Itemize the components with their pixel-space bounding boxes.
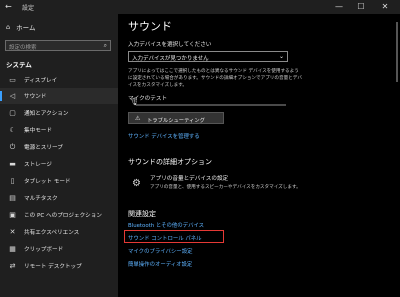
- input-device-label: 入力デバイスを選択してください: [128, 42, 212, 48]
- app-volume-title[interactable]: アプリの音量とデバイスの設定: [150, 174, 228, 182]
- sidebar-item-label: 通知とアクション: [24, 111, 69, 117]
- related-settings-heading: 関連設定: [128, 210, 156, 218]
- page-title: サウンド: [128, 20, 172, 33]
- home-icon: ⌂: [6, 23, 11, 31]
- focus-icon: ☾: [9, 126, 16, 134]
- input-device-dropdown[interactable]: 入力デバイスが見つかりません ⌄: [128, 51, 288, 62]
- back-arrow-icon[interactable]: ←: [5, 2, 12, 11]
- sound-icon: ◁: [9, 92, 16, 100]
- bluetooth-link[interactable]: Bluetooth とその他のデバイス: [128, 221, 204, 229]
- multitask-icon: ▤: [9, 194, 16, 202]
- input-device-value: 入力デバイスが見つかりません: [132, 56, 209, 62]
- notification-icon: ▢: [9, 109, 16, 117]
- search-icon: ⌕: [103, 42, 107, 49]
- window-title: 設定: [22, 5, 35, 12]
- main-content: サウンド 入力デバイスを選択してください 入力デバイスが見つかりません ⌄ アプ…: [118, 14, 400, 297]
- scrollbar[interactable]: [396, 22, 398, 82]
- search-placeholder: 設定の検索: [9, 44, 37, 51]
- sidebar-item-label: 共有エクスペリエンス: [24, 230, 80, 236]
- remote-icon: ⇄: [9, 262, 16, 270]
- sidebar-item-power[interactable]: ⏻ 電源とスリープ: [0, 139, 118, 155]
- sidebar-item-projection[interactable]: ▣ この PC へのプロジェクション: [0, 207, 118, 223]
- app-volume-description: アプリの音量と、使用するスピーカーやデバイスをカスタマイズします。: [150, 185, 301, 190]
- input-device-description: アプリによってはここで選択したものとは異なるサウンド デバイスを使用するように設…: [128, 69, 302, 88]
- sound-control-panel-link[interactable]: サウンド コントロール パネル: [128, 234, 202, 242]
- sidebar-item-storage[interactable]: ▬ ストレージ: [0, 156, 118, 172]
- sidebar-item-focus[interactable]: ☾ 集中モード: [0, 122, 118, 138]
- sidebar-item-sound[interactable]: ◁ サウンド: [0, 88, 118, 104]
- title-bar: ← 設定 — ☐ ✕: [0, 0, 400, 14]
- search-field[interactable]: 設定の検索 ⌕: [5, 40, 111, 51]
- projection-icon: ▣: [9, 211, 16, 219]
- sidebar-item-label: マルチタスク: [24, 196, 58, 202]
- sidebar-item-label: この PC へのプロジェクション: [24, 213, 102, 219]
- power-icon: ⏻: [9, 142, 16, 151]
- sidebar-item-label: ストレージ: [24, 162, 52, 168]
- storage-icon: ▬: [9, 160, 16, 168]
- sidebar-section-title: システム: [6, 61, 32, 69]
- app-volume-icon: ⚙: [132, 178, 141, 189]
- sidebar-item-shared[interactable]: ✕ 共有エクスペリエンス: [0, 224, 118, 240]
- clipboard-icon: ▦: [9, 245, 16, 253]
- tablet-icon: ▯: [10, 177, 15, 185]
- chevron-down-icon: ⌄: [278, 53, 284, 60]
- sidebar-item-tablet[interactable]: ▯ タブレット モード: [0, 173, 118, 189]
- sidebar-item-clipboard[interactable]: ▦ クリップボード: [0, 241, 118, 257]
- sidebar: ⌂ ホーム 設定の検索 ⌕ システム ▭ ディスプレイ ◁ サウンド ▢ 通知と…: [0, 14, 118, 297]
- troubleshoot-button[interactable]: ⚠ トラブルシューティング: [128, 112, 224, 124]
- warning-icon: ⚠: [135, 114, 141, 122]
- manage-devices-link[interactable]: サウンド デバイスを管理する: [128, 132, 200, 140]
- sidebar-item-label: リモート デスクトップ: [24, 264, 82, 270]
- sidebar-item-display[interactable]: ▭ ディスプレイ: [0, 72, 118, 88]
- advanced-options-heading: サウンドの詳細オプション: [128, 158, 212, 166]
- accessibility-audio-link[interactable]: 簡単操作のオーディオ設定: [128, 260, 192, 268]
- sidebar-item-notifications[interactable]: ▢ 通知とアクション: [0, 105, 118, 121]
- maximize-button[interactable]: ☐: [352, 1, 370, 13]
- sidebar-item-label: タブレット モード: [24, 179, 71, 185]
- settings-window: ← 設定 — ☐ ✕ ⌂ ホーム 設定の検索 ⌕ システム ▭ ディスプレイ ◁…: [0, 0, 400, 297]
- minimize-button[interactable]: —: [330, 1, 348, 13]
- sidebar-item-label: 電源とスリープ: [24, 145, 63, 151]
- sidebar-item-label: ディスプレイ: [24, 78, 58, 84]
- sidebar-item-label: 集中モード: [24, 128, 52, 134]
- close-button[interactable]: ✕: [376, 1, 394, 13]
- sidebar-home-label: ホーム: [16, 24, 36, 32]
- display-icon: ▭: [9, 76, 16, 84]
- sidebar-item-multitask[interactable]: ▤ マルチタスク: [0, 190, 118, 206]
- mic-level-meter: [136, 104, 286, 106]
- shared-icon: ✕: [9, 228, 16, 236]
- sidebar-item-remote[interactable]: ⇄ リモート デスクトップ: [0, 258, 118, 274]
- sidebar-item-label: サウンド: [24, 94, 47, 100]
- sidebar-home[interactable]: ⌂ ホーム: [6, 22, 35, 32]
- sidebar-item-label: クリップボード: [24, 247, 64, 253]
- mic-privacy-link[interactable]: マイクのプライバシー設定: [128, 247, 192, 255]
- troubleshoot-label: トラブルシューティング: [147, 117, 205, 124]
